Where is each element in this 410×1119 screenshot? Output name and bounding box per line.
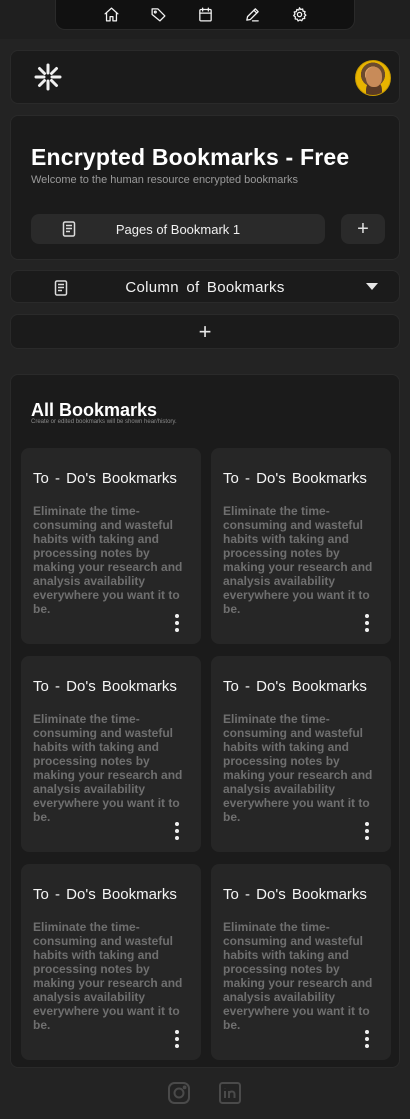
chevron-down-icon[interactable] [366,283,378,290]
bookmark-card[interactable]: To - Do's Bookmarks Eliminate the time-c… [21,448,201,644]
calendar-icon[interactable] [193,2,218,27]
pages-selector[interactable]: Pages of Bookmark 1 [31,214,325,244]
more-options-icon[interactable] [171,1030,183,1048]
add-column-button[interactable]: + [10,314,400,349]
bookmark-title: To - Do's Bookmarks [33,678,177,695]
top-nav-bar [55,0,355,30]
section-subheading: Create or edited bookmarks will be shown… [31,419,177,425]
bookmark-title: To - Do's Bookmarks [33,886,177,903]
home-icon[interactable] [99,2,124,27]
header-card [10,50,400,104]
page-subtitle: Welcome to the human resource encrypted … [31,174,298,186]
gear-icon[interactable] [287,2,312,27]
section-heading: All Bookmarks [31,400,158,420]
bookmark-description: Eliminate the time-consuming and wastefu… [33,920,183,1032]
bookmark-description: Eliminate the time-consuming and wastefu… [223,504,373,616]
edit-icon[interactable] [240,2,265,27]
all-bookmarks-section: All Bookmarks Create or edited bookmarks… [10,374,400,1068]
title-card: Encrypted Bookmarks - Free Welcome to th… [10,115,400,260]
page-title: Encrypted Bookmarks - Free [31,144,350,170]
bookmark-description: Eliminate the time-consuming and wastefu… [223,712,373,824]
bookmark-description: Eliminate the time-consuming and wastefu… [33,712,183,824]
bookmark-card[interactable]: To - Do's Bookmarks Eliminate the time-c… [211,656,391,852]
bookmark-card[interactable]: To - Do's Bookmarks Eliminate the time-c… [21,864,201,1060]
instagram-icon[interactable] [167,1081,191,1105]
asterisk-logo-icon[interactable] [33,62,63,92]
bookmark-card[interactable]: To - Do's Bookmarks Eliminate the time-c… [21,656,201,852]
bookmark-description: Eliminate the time-consuming and wastefu… [223,920,373,1032]
bookmark-title: To - Do's Bookmarks [223,678,367,695]
more-options-icon[interactable] [361,614,373,632]
bookmark-card[interactable]: To - Do's Bookmarks Eliminate the time-c… [211,448,391,644]
bookmark-description: Eliminate the time-consuming and wastefu… [33,504,183,616]
tag-icon[interactable] [146,2,171,27]
bookmark-title: To - Do's Bookmarks [223,470,367,487]
more-options-icon[interactable] [361,822,373,840]
column-label: Column of Bookmarks [125,279,285,296]
pages-label: Pages of Bookmark 1 [115,222,241,237]
bookmark-title: To - Do's Bookmarks [223,886,367,903]
more-options-icon[interactable] [171,822,183,840]
more-options-icon[interactable] [361,1030,373,1048]
bookmark-title: To - Do's Bookmarks [33,470,177,487]
bookmark-card[interactable]: To - Do's Bookmarks Eliminate the time-c… [211,864,391,1060]
column-selector[interactable]: Column of Bookmarks [10,270,400,303]
linkedin-icon[interactable] [218,1081,242,1105]
user-avatar[interactable] [355,60,391,96]
more-options-icon[interactable] [171,614,183,632]
add-page-button[interactable]: + [341,214,385,244]
